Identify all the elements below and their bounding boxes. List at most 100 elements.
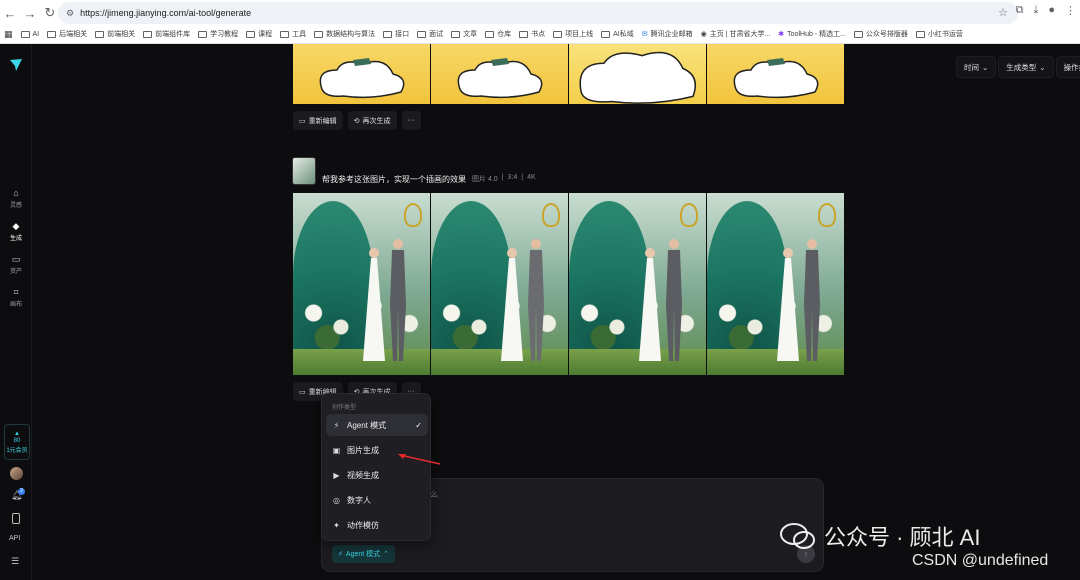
groom-figure	[528, 239, 544, 361]
folder-icon	[451, 30, 461, 38]
bookmark-articles[interactable]: 文章	[451, 29, 477, 39]
creation-type-dropdown: 创作类型 ⚡ Agent 模式 ✓ ▣ 图片生成 ▶ 视频生成 ◎ 数字人 ✦ …	[321, 393, 431, 541]
dropdown-item-digital-human[interactable]: ◎ 数字人	[326, 489, 428, 511]
mode-selector-button[interactable]: ⚡ Agent 模式 ⌃	[332, 545, 396, 563]
menu-icon[interactable]: ☰	[11, 556, 19, 567]
bookmark-deploy[interactable]: 项目上线	[553, 29, 593, 39]
more-button[interactable]: ···	[401, 111, 421, 130]
bookmark-algorithms[interactable]: 数据结构与算法	[314, 29, 375, 39]
browser-menu-icon[interactable]: ⋮	[1065, 4, 1076, 17]
reference-thumbnail[interactable]	[292, 157, 316, 185]
globe-icon: ◉	[700, 31, 707, 38]
generated-image[interactable]	[293, 193, 430, 375]
generated-image[interactable]	[569, 193, 706, 375]
refresh-icon: ⟲	[353, 117, 360, 125]
bookmark-tools[interactable]: 工具	[280, 29, 306, 39]
annotation-arrow	[398, 454, 441, 465]
bookmark-ai-private[interactable]: AI私域	[601, 29, 634, 39]
folder-icon	[198, 30, 208, 38]
bookmark-api[interactable]: 接口	[383, 29, 409, 39]
credits-badge[interactable]: ▲ 80 1元会员	[4, 424, 30, 460]
filter-bar: 时间⌄ 生成类型⌄ 操作类型	[956, 56, 1080, 78]
groom-figure	[390, 239, 406, 361]
folder-icon	[280, 30, 290, 38]
cloud-illustration	[319, 58, 405, 99]
sidebar-item-canvas[interactable]: ⌗ 画布	[0, 287, 32, 309]
bookmarks-bar: ▦ AI 后端相关 前端相关 前端组件库 学习教程 课程 工具 数据结构与算法 …	[0, 26, 1080, 42]
dropdown-item-agent[interactable]: ⚡ Agent 模式 ✓	[326, 414, 428, 436]
bride-figure	[777, 248, 799, 361]
site-info-icon[interactable]: ⚙	[66, 8, 74, 19]
bookmark-xhs[interactable]: 小红书运营	[915, 29, 963, 39]
folder-icon	[553, 30, 563, 38]
check-icon: ✓	[415, 420, 422, 430]
bookmark-notes[interactable]: 书点	[519, 29, 545, 39]
toolhub-icon: ✱	[778, 31, 785, 38]
prompt-text: 帮我参考这张图片，实现一个插画的效果	[322, 174, 466, 184]
bookmark-courses[interactable]: 课程	[246, 29, 272, 39]
generated-image[interactable]	[293, 44, 430, 104]
avatar[interactable]	[10, 467, 23, 480]
url-text: https://jimeng.jianying.com/ai-tool/gene…	[80, 8, 252, 18]
video-icon: ▶	[333, 470, 340, 480]
bookmark-star-icon[interactable]: ☆	[998, 6, 1008, 19]
folder-icon	[95, 30, 105, 38]
address-bar[interactable]: ⚙ https://jimeng.jianying.com/ai-tool/ge…	[58, 2, 1018, 24]
generated-image[interactable]	[431, 193, 568, 375]
bookmark-mail[interactable]: ✉ 腾讯企业邮箱	[642, 29, 693, 39]
browser-toolbar: ← → ↻ ⚙ https://jimeng.jianying.com/ai-t…	[0, 0, 1080, 44]
image-icon: ▣	[332, 445, 341, 455]
notification-badge: 2	[18, 488, 25, 495]
bookmark-repo[interactable]: 仓库	[485, 29, 511, 39]
bookmark-university[interactable]: ◉ 主页 | 甘肃省大学...	[701, 29, 771, 39]
folder-icon	[601, 30, 611, 38]
prompt-meta: 图片 4.0 | 3:4 | 4K	[472, 174, 536, 183]
gen-type-filter[interactable]: 生成类型 ⌄	[998, 56, 1054, 78]
folder-icon	[417, 30, 427, 38]
bookmark-interview[interactable]: 面试	[417, 29, 443, 39]
api-link[interactable]: API	[9, 535, 20, 542]
dropdown-item-motion[interactable]: ✦ 动作模仿	[326, 514, 428, 536]
forward-icon[interactable]: →	[20, 3, 40, 23]
groom-figure	[666, 239, 682, 361]
credits-up-icon: ▲	[14, 430, 20, 437]
apps-icon[interactable]: ▦	[4, 29, 13, 40]
folder-icon: ▭	[11, 253, 21, 264]
mail-icon: ✉	[641, 31, 648, 38]
phone-icon[interactable]	[12, 513, 20, 524]
generated-image[interactable]	[707, 193, 844, 375]
op-type-filter[interactable]: 操作类型	[1055, 56, 1080, 78]
sidebar-item-generate[interactable]: ◆ 生成	[0, 221, 32, 243]
generated-image[interactable]	[569, 44, 706, 104]
sidebar-item-assets[interactable]: ▭ 资产	[0, 253, 32, 276]
bookmark-components[interactable]: 前端组件库	[143, 29, 190, 39]
dropdown-item-video[interactable]: ▶ 视频生成	[326, 464, 428, 486]
folder-icon	[853, 30, 863, 38]
sidebar-item-inspiration[interactable]: ⌂ 灵感	[0, 188, 32, 209]
time-filter[interactable]: 时间 ⌄	[956, 56, 997, 78]
bookmark-toolhub[interactable]: ✱ ToolHub - 精选工...	[778, 29, 846, 39]
regenerate-button[interactable]: ⟲ 再次生成	[347, 111, 397, 130]
bookmark-frontend[interactable]: 前端相关	[95, 29, 135, 39]
wedding-image-row	[293, 193, 844, 375]
app-logo-icon[interactable]	[9, 58, 23, 72]
home-icon: ⌂	[13, 188, 19, 198]
chevron-down-icon: ⌄	[982, 62, 989, 72]
extensions-icon[interactable]: ⧉	[1016, 4, 1024, 17]
dropdown-title: 创作类型	[332, 405, 357, 411]
download-icon[interactable]: ⤓	[1033, 4, 1038, 17]
back-icon[interactable]: ←	[0, 3, 20, 23]
reedit-button[interactable]: ▭ 重新编辑	[293, 111, 343, 130]
bookmark-tutorials[interactable]: 学习教程	[198, 29, 238, 39]
generated-image[interactable]	[707, 44, 844, 104]
profile-icon[interactable]: ●	[1048, 4, 1055, 17]
prompt-row: 帮我参考这张图片，实现一个插画的效果 图片 4.0 | 3:4 | 4K	[292, 157, 536, 185]
bookmark-ai[interactable]: AI	[20, 30, 39, 38]
agent-icon: ⚡	[333, 420, 340, 430]
reload-icon[interactable]: ↻	[40, 3, 60, 23]
generated-image[interactable]	[431, 44, 568, 104]
bookmark-formatter[interactable]: 公众号排版器	[853, 29, 908, 39]
app-sidebar: ⌂ 灵感 ◆ 生成 ▭ 资产 ⌗ 画布 ▲ 80 1元会员 🔔︎ 2 API ☰	[0, 44, 32, 580]
bookmark-backend[interactable]: 后端相关	[47, 29, 87, 39]
bride-figure	[501, 248, 523, 361]
